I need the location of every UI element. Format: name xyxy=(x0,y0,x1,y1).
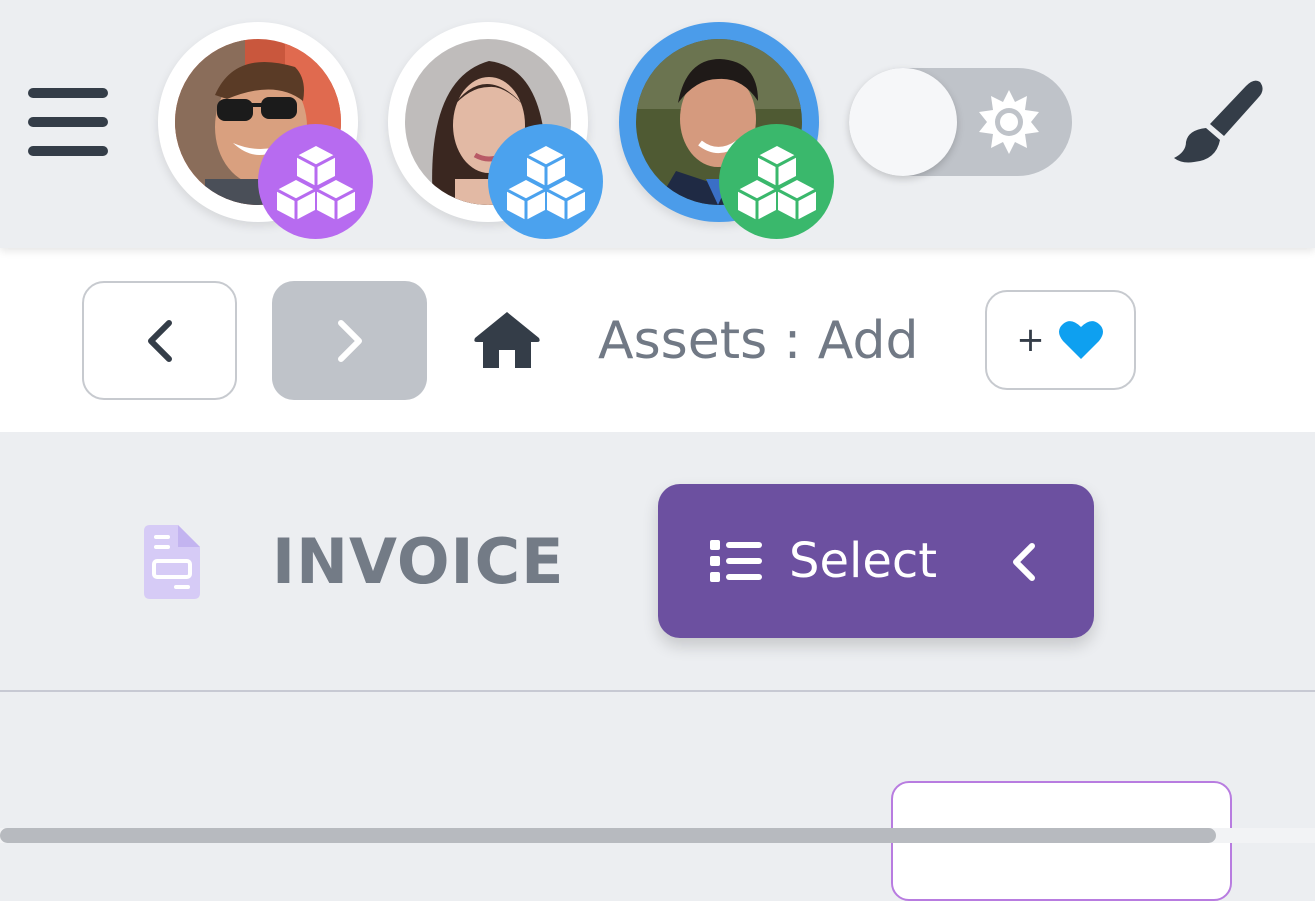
document-icon xyxy=(144,525,200,599)
top-bar xyxy=(0,0,1315,248)
user-avatar-1[interactable] xyxy=(158,22,373,239)
user-badge xyxy=(258,124,373,239)
select-dropdown-button[interactable]: Select xyxy=(658,484,1094,638)
page-title: INVOICE xyxy=(272,525,565,598)
theme-toggle[interactable] xyxy=(849,68,1072,176)
toggle-knob[interactable] xyxy=(849,68,957,176)
user-avatar-2[interactable] xyxy=(388,22,603,239)
cubes-icon xyxy=(736,145,817,220)
plus-label: + xyxy=(1016,320,1045,360)
user-badge xyxy=(488,124,603,239)
list-icon xyxy=(710,540,762,582)
add-favorite-button[interactable]: + xyxy=(985,290,1136,390)
hamburger-icon[interactable] xyxy=(28,88,108,158)
section-divider xyxy=(0,690,1315,692)
chevron-left-icon xyxy=(147,319,172,362)
paintbrush-icon[interactable] xyxy=(1172,78,1264,166)
heart-icon xyxy=(1058,321,1103,359)
scrollbar-thumb[interactable] xyxy=(0,828,1216,843)
chevron-right-icon xyxy=(337,319,362,362)
select-label: Select xyxy=(789,533,938,589)
cubes-icon xyxy=(505,145,586,220)
forward-button[interactable] xyxy=(272,281,427,400)
chevron-left-icon xyxy=(1013,543,1035,581)
cubes-icon xyxy=(275,145,356,220)
breadcrumb: Assets : Add + xyxy=(0,248,1315,432)
back-button[interactable] xyxy=(82,281,237,400)
user-avatar-3[interactable] xyxy=(619,22,834,239)
user-badge xyxy=(719,124,834,239)
breadcrumb-path: Assets : Add xyxy=(598,311,919,371)
sun-icon xyxy=(979,90,1039,154)
home-icon[interactable] xyxy=(473,310,541,370)
